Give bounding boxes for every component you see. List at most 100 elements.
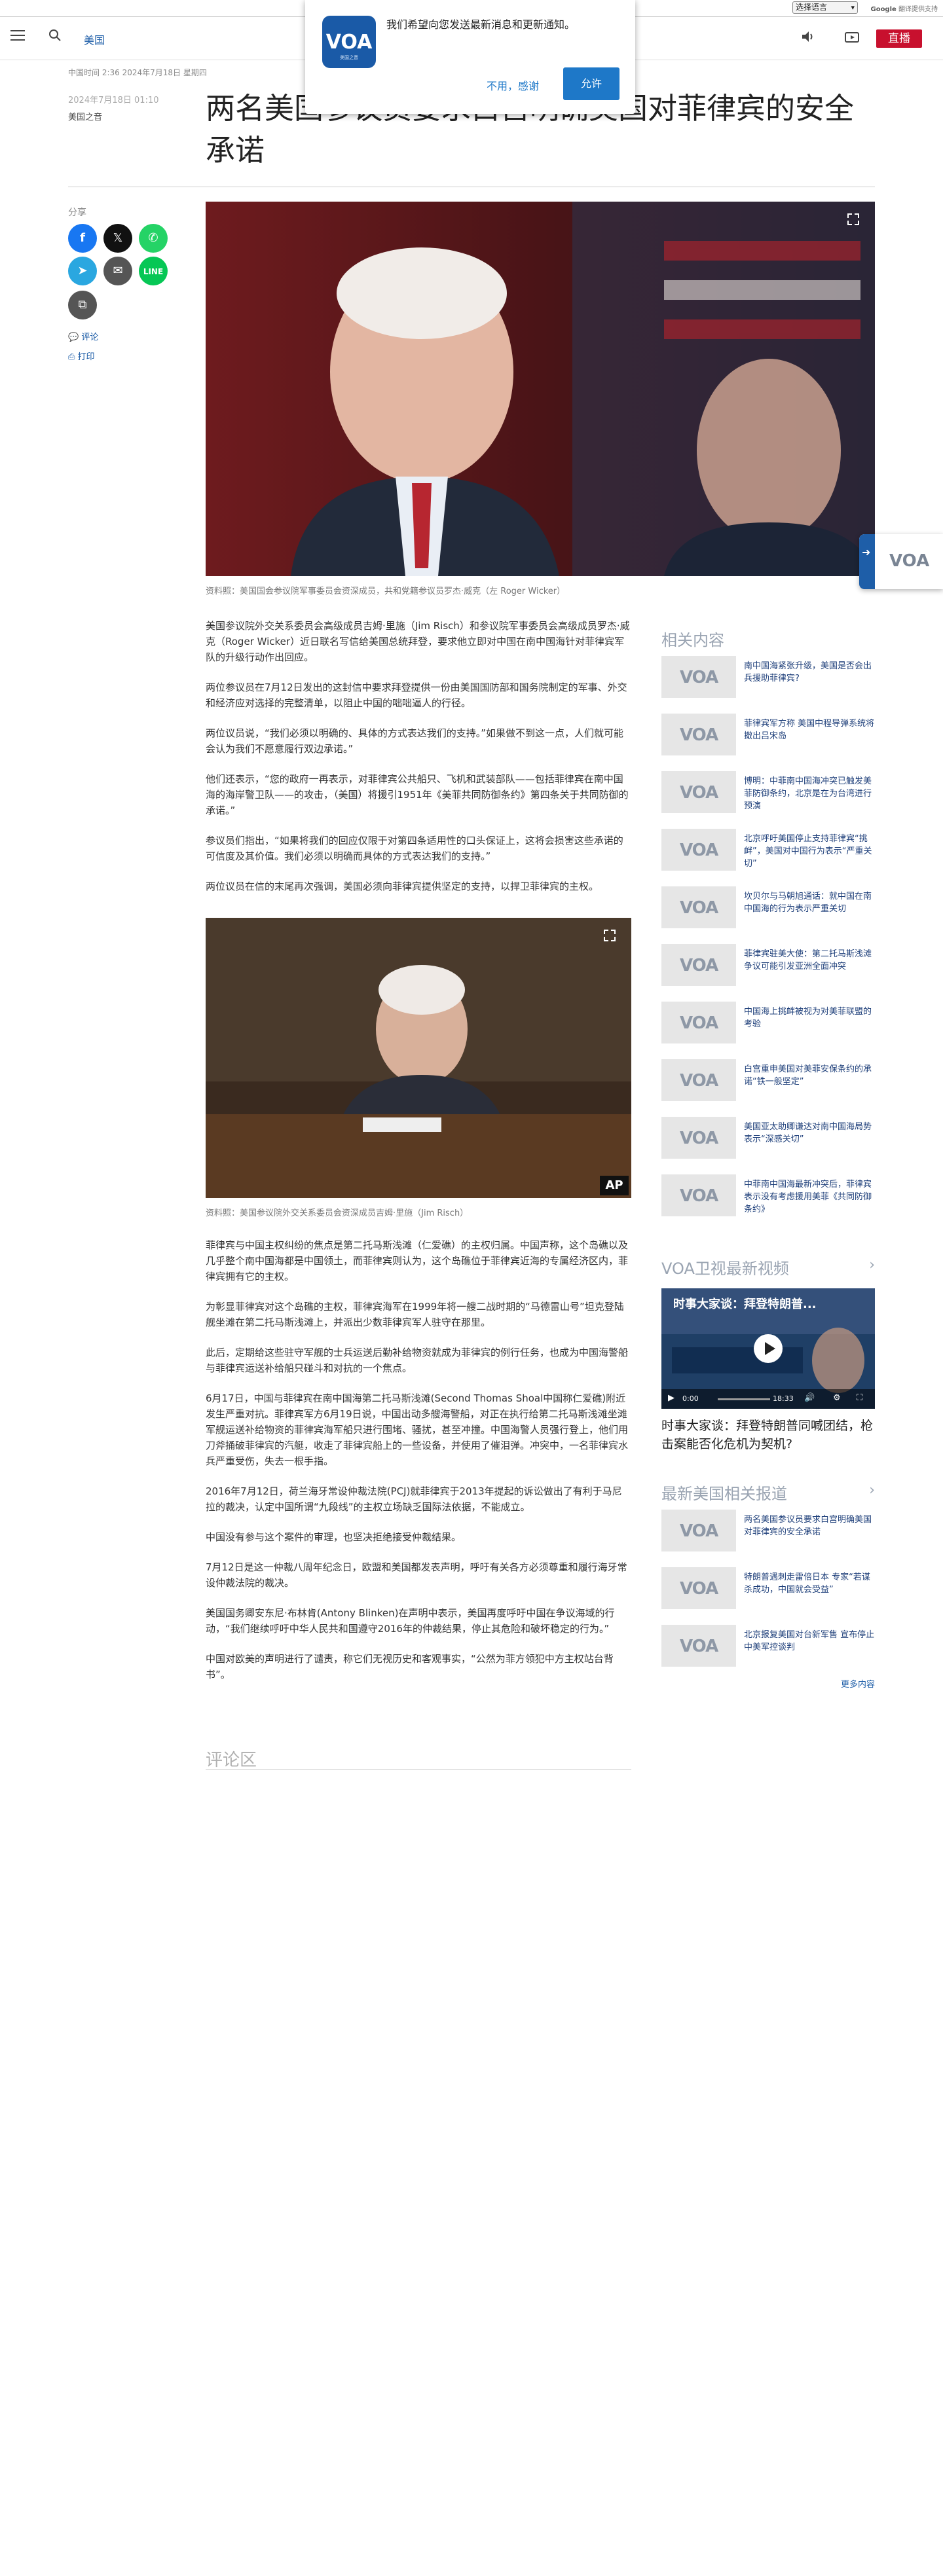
thumbnail: VOA — [661, 656, 736, 698]
chevron-right-icon[interactable]: › — [869, 1482, 875, 1498]
section-link[interactable]: 美国 — [84, 31, 105, 47]
telegram-icon: ➤ — [77, 264, 88, 278]
related-item-title: 菲律宾驻美大使：第二托马斯浅滩争议可能引发亚洲全面冲突 — [744, 949, 872, 971]
copy-link-button[interactable]: ⧉ — [68, 291, 97, 319]
x-share-button[interactable]: 𝕏 — [103, 224, 132, 253]
related-item[interactable]: VOA 中菲南中国海最新冲突后，菲律宾表示没有考虑援用美菲《共同防御条约》 — [661, 1174, 875, 1227]
print-link[interactable]: ⎙ 打印 — [68, 350, 95, 362]
paragraph: 中国对欧美的声明进行了谴责，称它们无视历史和客观事实，“公然为菲方领犯中方主权站… — [206, 1653, 614, 1680]
allow-button[interactable]: 允许 — [563, 67, 619, 100]
related-item-title: 南中国海紧张升级，美国是否会出兵援助菲律宾? — [744, 661, 872, 683]
thumbnail: VOA — [661, 771, 736, 813]
hero-image — [206, 202, 875, 576]
voa-logo: VOA — [680, 1071, 718, 1091]
latest-item[interactable]: VOA 特朗普遇刺走雷倍日本 专家“若谋杀成功，中国就会受益” — [661, 1567, 875, 1620]
related-item-title: 坎贝尔与马朝旭通话：就中国在南中国海的行为表示严重关切 — [744, 892, 872, 914]
voa-logo: VOA — [680, 1579, 718, 1599]
paragraph: 6月17日，中国与菲律宾在南中国海第二托马斯浅滩(Second Thomas S… — [206, 1392, 629, 1467]
live-button[interactable]: 直播 — [876, 29, 922, 48]
thumbnail: VOA — [661, 1174, 736, 1216]
latest-item-title: 北京报复美国对台新军售 宣布停止中美军控谈判 — [744, 1630, 875, 1652]
play-button[interactable] — [754, 1334, 783, 1363]
related-item[interactable]: VOA 北京呼吁美国停止支持菲律宾“挑衅”，美国对中国行为表示“严重关切” — [661, 829, 875, 881]
menu-icon[interactable] — [10, 30, 25, 42]
thumbnail: VOA — [661, 1117, 736, 1159]
related-item[interactable]: VOA 博明：中菲南中国海冲突已触发美菲防御条约，北京是在为台湾进行预演 — [661, 771, 875, 824]
settings-icon[interactable]: ⚙ — [833, 1393, 841, 1403]
arrow-right-icon[interactable]: ➜ — [862, 546, 870, 558]
video-time: 0:00 — [682, 1394, 699, 1403]
related-item[interactable]: VOA 菲律宾军方称 美国中程导弹系统将撤出吕宋岛 — [661, 714, 875, 766]
related-item[interactable]: VOA 美国亚太助卿谦达对南中国海局势表示“深感关切” — [661, 1117, 875, 1169]
expand-icon[interactable] — [846, 212, 860, 227]
video-section-title[interactable]: VOA卫视最新视频 — [661, 1256, 789, 1279]
related-item[interactable]: VOA 坎贝尔与马朝旭通话：就中国在南中国海的行为表示严重关切 — [661, 886, 875, 939]
hero-caption: 资料照：美国国会参议院军事委员会资深成员，共和党籍参议员罗杰·威克（左 Roge… — [206, 587, 566, 596]
paragraph: 两位参议员在7月12日发出的这封信中要求拜登提供一份由美国国防部和国务院制定的军… — [206, 681, 627, 709]
chevron-right-icon[interactable]: › — [869, 1257, 875, 1273]
thumbnail: VOA — [661, 1567, 736, 1609]
voa-app-logo: VOA 美国之音 — [322, 16, 376, 68]
video-caption[interactable]: 时事大家谈：拜登特朗普同喊团结，枪击案能否化危机为契机? — [661, 1417, 875, 1453]
video-controls: ▶ 0:00 18:33 🔊 ⚙ ⛶ — [661, 1389, 875, 1409]
paragraph: 中国没有参与这个案件的审理，也坚决拒绝接受仲裁结果。 — [206, 1531, 462, 1543]
related-item-title: 白宫重申美国对美菲安保条约的承诺“铁一般坚定” — [744, 1064, 872, 1087]
comment-link-label: 评论 — [81, 333, 99, 342]
paragraph: 参议员们指出，“如果将我们的回应仅限于对第四条适用性的口头保证上，这将会损害这些… — [206, 835, 623, 862]
article-photo: AP — [206, 918, 631, 1198]
floating-player-tab[interactable]: ➜ VOA — [859, 534, 943, 589]
latest-item[interactable]: VOA 两名美国参议员要求白宫明确美国对菲律宾的安全承诺 — [661, 1510, 875, 1562]
article-body-2: 菲律宾与中国主权纠纷的焦点是第二托马斯浅滩（仁爱礁）的主权归属。中国声称，这个岛… — [206, 1237, 631, 1697]
facebook-share-button[interactable]: f — [68, 224, 97, 253]
tv-icon[interactable] — [845, 31, 859, 44]
comment-link[interactable]: 💬 评论 — [68, 330, 98, 342]
thumbnail: VOA — [661, 1625, 736, 1667]
email-share-button[interactable]: ✉ — [103, 257, 132, 285]
voa-logo: VOA — [680, 841, 718, 860]
related-item[interactable]: VOA 中国海上挑衅被视为对美菲联盟的考验 — [661, 1002, 875, 1054]
volume-icon[interactable]: 🔊 — [804, 1393, 815, 1403]
video-player[interactable]: 时事大家谈：拜登特朗普... ▶ 0:00 18:33 🔊 ⚙ ⛶ — [661, 1288, 875, 1409]
thumbnail: VOA — [661, 944, 736, 986]
powered-by-label: 翻译提供支持 — [898, 6, 938, 13]
related-title: 相关内容 — [661, 631, 724, 649]
line-share-button[interactable]: LINE — [139, 257, 168, 285]
email-icon: ✉ — [113, 264, 123, 278]
related-item[interactable]: VOA 白宫重申美国对美菲安保条约的承诺“铁一般坚定” — [661, 1059, 875, 1112]
telegram-share-button[interactable]: ➤ — [68, 257, 97, 285]
comment-icon: 💬 — [68, 333, 79, 342]
language-select[interactable]: 选择语言 — [792, 1, 858, 14]
thumbnail: VOA — [661, 1059, 736, 1101]
video-overlay-title: 时事大家谈：拜登特朗普... — [673, 1297, 817, 1311]
voa-logo: VOA — [680, 956, 718, 975]
thumbnail: VOA — [661, 1510, 736, 1551]
search-icon[interactable] — [48, 29, 62, 42]
deny-button[interactable]: 不用，感谢 — [477, 72, 549, 101]
play-icon — [765, 1342, 775, 1355]
expand-icon[interactable] — [602, 928, 617, 943]
video-progress[interactable] — [718, 1398, 770, 1400]
related-item[interactable]: VOA 南中国海紧张升级，美国是否会出兵援助菲律宾? — [661, 656, 875, 708]
voa-logo: VOA — [680, 1013, 718, 1033]
paragraph: 7月12日是这一仲裁八周年纪念日，欧盟和美国都发表声明，呼吁有关各方必须尊重和履… — [206, 1561, 627, 1589]
author[interactable]: 美国之音 — [68, 110, 102, 122]
x-icon: 𝕏 — [113, 231, 123, 245]
voa-logo: VOA — [680, 725, 718, 745]
play-icon[interactable]: ▶ — [668, 1393, 675, 1403]
audio-icon[interactable] — [800, 29, 815, 44]
related-item-title: 美国亚太助卿谦达对南中国海局势表示“深感关切” — [744, 1122, 872, 1144]
voa-logo: VOA — [680, 1186, 718, 1206]
more-link[interactable]: 更多内容 — [841, 1677, 875, 1690]
related-item-title: 北京呼吁美国停止支持菲律宾“挑衅”，美国对中国行为表示“严重关切” — [744, 834, 872, 869]
print-icon: ⎙ — [68, 352, 75, 362]
paragraph: 两位议员在信的末尾再次强调，美国必须向菲律宾提供坚定的支持，以捍卫菲律宾的主权。 — [206, 880, 599, 892]
latest-item[interactable]: VOA 北京报复美国对台新军售 宣布停止中美军控谈判 — [661, 1625, 875, 1677]
paragraph: 两位议员说，“我们必须以明确的、具体的方式表达我们的支持。”如果做不到这一点，人… — [206, 727, 624, 755]
whatsapp-icon: ✆ — [148, 231, 158, 245]
related-item[interactable]: VOA 菲律宾驻美大使：第二托马斯浅滩争议可能引发亚洲全面冲突 — [661, 944, 875, 996]
whatsapp-share-button[interactable]: ✆ — [139, 224, 168, 253]
voa-logo: VOA — [680, 898, 718, 918]
divider — [206, 1769, 631, 1770]
latest-section-title[interactable]: 最新美国相关报道 — [661, 1481, 787, 1504]
fullscreen-icon[interactable]: ⛶ — [857, 1393, 862, 1403]
